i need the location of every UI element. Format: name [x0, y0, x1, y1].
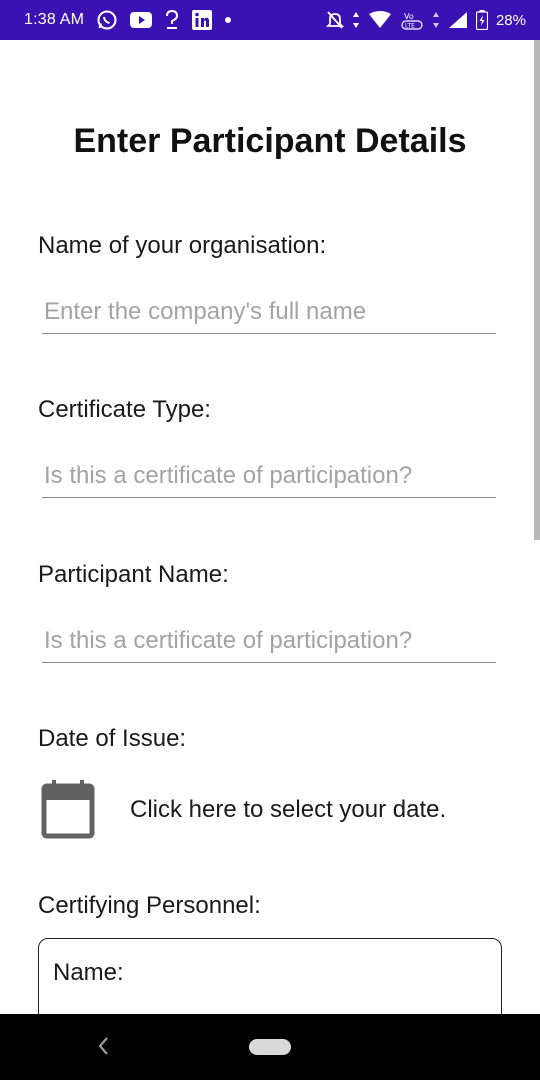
certifying-personnel-label: Certifying Personnel:: [38, 892, 261, 919]
organisation-label: Name of your organisation:: [38, 232, 327, 259]
personnel-card: Name:: [38, 938, 502, 1014]
linkedin-icon: [192, 10, 213, 30]
certificate-type-label: Certificate Type:: [38, 396, 211, 423]
back-icon[interactable]: [94, 1034, 114, 1058]
certificate-type-input[interactable]: Is this a certificate of participation?: [42, 454, 496, 498]
whatsapp-icon: [96, 9, 118, 31]
youtube-icon: [130, 11, 153, 29]
personnel-name-label: Name:: [53, 959, 124, 986]
mute-icon: [325, 10, 344, 30]
home-pill-button[interactable]: [249, 1039, 291, 1055]
date-of-issue-label: Date of Issue:: [38, 725, 187, 752]
question-icon: [164, 10, 180, 30]
data-arrows-icon: [432, 11, 440, 29]
status-left: 1:38 AM: [24, 9, 232, 31]
organisation-input[interactable]: Enter the company's full name: [42, 290, 496, 334]
status-bar: 1:38 AM Vo LTE 28%: [0, 0, 540, 40]
date-picker-row[interactable]: Click here to select your date.: [40, 778, 500, 842]
data-arrows-icon: [352, 11, 360, 29]
scrollbar[interactable]: [534, 40, 540, 540]
certificate-type-placeholder: Is this a certificate of participation?: [44, 461, 413, 489]
volte-icon: Vo LTE: [400, 9, 424, 31]
battery-icon: [475, 10, 488, 30]
participant-name-input[interactable]: Is this a certificate of participation?: [42, 619, 496, 663]
signal-icon: [448, 11, 468, 29]
form-scroll-area[interactable]: Enter Participant Details Name of your o…: [0, 40, 540, 1014]
status-time: 1:38 AM: [24, 11, 85, 28]
dot-icon: [224, 16, 232, 24]
status-right: Vo LTE 28%: [325, 9, 526, 31]
calendar-icon[interactable]: [40, 780, 96, 840]
page-title: Enter Participant Details: [73, 122, 467, 160]
battery-percent: 28%: [495, 11, 526, 29]
wifi-icon: [368, 11, 392, 29]
navigation-bar: [0, 1014, 540, 1080]
svg-text:LTE: LTE: [405, 23, 415, 30]
svg-text:Vo: Vo: [404, 12, 414, 21]
participant-name-placeholder: Is this a certificate of participation?: [44, 626, 413, 654]
date-select-prompt[interactable]: Click here to select your date.: [130, 796, 446, 824]
organisation-placeholder: Enter the company's full name: [44, 297, 367, 325]
participant-name-label: Participant Name:: [38, 561, 229, 588]
